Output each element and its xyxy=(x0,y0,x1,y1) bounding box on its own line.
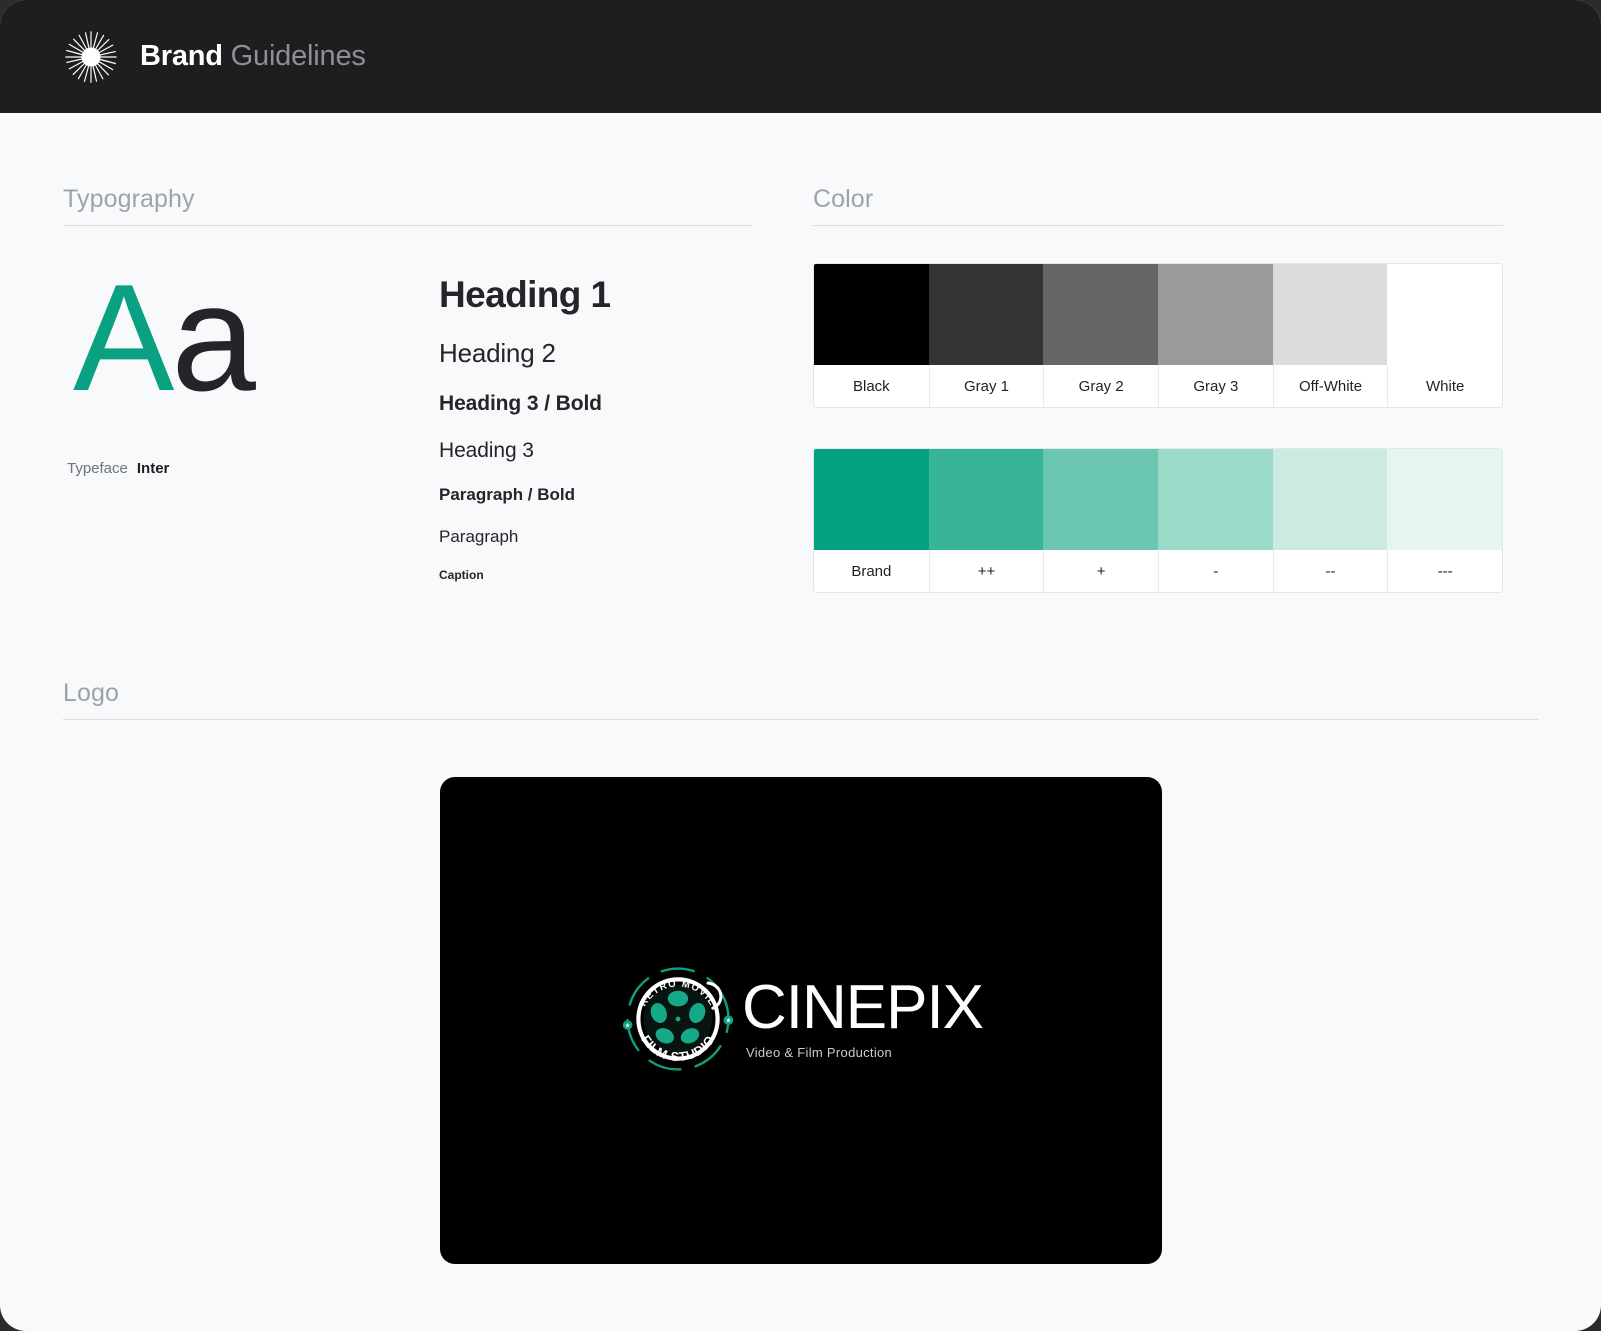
color-swatch[interactable]: -- xyxy=(1272,449,1388,592)
brand-guidelines-page: Brand Guidelines Typography Aa Typeface … xyxy=(0,0,1601,1331)
starburst-icon xyxy=(63,29,119,85)
logo-preview-card: ★ ★ RETRO MOVIE FILM STUDIO CINEPIX Vide… xyxy=(439,777,1162,1264)
color-chip xyxy=(1387,449,1502,550)
color-swatch[interactable]: Gray 3 xyxy=(1158,264,1273,407)
color-swatch-label: Black xyxy=(814,365,929,407)
logo-section: Logo ★ ★ RETRO MOVIE FILM STUDIO CINEPIX… xyxy=(0,593,1601,1264)
type-scale-paragraph: Paragraph xyxy=(439,527,519,546)
typography-body: Aa Typeface Inter Heading 1 Heading 2 He… xyxy=(63,226,753,582)
logo-wordmark: CINEPIX Video & Film Production xyxy=(741,973,984,1061)
svg-text:★: ★ xyxy=(725,1016,731,1024)
color-swatch[interactable]: - xyxy=(1158,449,1273,592)
color-swatch-label: - xyxy=(1158,550,1273,592)
color-chip xyxy=(1158,264,1273,365)
page-title: Brand Guidelines xyxy=(140,40,366,73)
typography-section-title: Typography xyxy=(63,185,195,213)
color-swatch[interactable]: --- xyxy=(1387,449,1502,592)
color-chip xyxy=(1158,449,1273,550)
type-scale-paragraph-bold: Paragraph / Bold xyxy=(439,485,576,504)
color-chip xyxy=(928,264,1044,365)
type-scale-list: Heading 1 Heading 2 Heading 3 / Bold Hea… xyxy=(439,262,611,582)
color-swatch-label: White xyxy=(1387,365,1502,407)
specimen-glyphs: Aa xyxy=(65,262,439,414)
type-scale-heading-3-bold: Heading 3 / Bold xyxy=(439,392,602,415)
typography-section: Typography Aa Typeface Inter Heading 1 H… xyxy=(63,185,753,582)
typeface-row: Typeface Inter xyxy=(65,460,439,477)
specimen-uppercase: A xyxy=(73,253,174,423)
color-chip xyxy=(814,449,929,550)
color-chip xyxy=(1043,449,1159,550)
color-swatch[interactable]: Black xyxy=(814,264,929,407)
logo-card-wrap: ★ ★ RETRO MOVIE FILM STUDIO CINEPIX Vide… xyxy=(63,720,1538,1264)
color-swatch-label: Off-White xyxy=(1272,365,1388,407)
type-scale-heading-1: Heading 1 xyxy=(439,274,611,315)
title-light: Guidelines xyxy=(230,40,366,72)
typeface-value: Inter xyxy=(136,460,170,477)
color-section-title: Color xyxy=(813,185,874,213)
logo-lockup: ★ ★ RETRO MOVIE FILM STUDIO CINEPIX Vide… xyxy=(618,959,984,1079)
color-swatch[interactable]: Gray 1 xyxy=(928,264,1044,407)
app-header: Brand Guidelines xyxy=(0,0,1601,113)
color-chip xyxy=(814,264,929,365)
color-swatch-label: -- xyxy=(1272,550,1388,592)
title-bold: Brand xyxy=(140,40,223,72)
color-chip xyxy=(1272,449,1388,550)
type-scale-heading-3: Heading 3 xyxy=(439,439,534,462)
color-swatch-label: Gray 3 xyxy=(1158,365,1273,407)
section-divider xyxy=(813,225,1503,226)
typeface-specimen: Aa Typeface Inter xyxy=(63,262,439,582)
color-swatch[interactable]: + xyxy=(1043,449,1159,592)
logo-tagline: Video & Film Production xyxy=(745,1045,893,1060)
color-swatch-label: + xyxy=(1043,550,1159,592)
main-columns: Typography Aa Typeface Inter Heading 1 H… xyxy=(0,113,1601,593)
logo-name: CINEPIX xyxy=(741,973,984,1042)
color-swatch[interactable]: Off-White xyxy=(1272,264,1388,407)
color-swatch[interactable]: Brand xyxy=(814,449,929,592)
color-chip xyxy=(1272,264,1388,365)
color-swatch-label: Brand xyxy=(814,550,929,592)
color-swatch[interactable]: Gray 2 xyxy=(1043,264,1159,407)
brand-palette: Brand ++ + - -- --- xyxy=(813,448,1503,593)
color-chip xyxy=(928,449,1044,550)
color-chip xyxy=(1387,264,1502,365)
color-swatch[interactable]: White xyxy=(1387,264,1502,407)
type-scale-caption: Caption xyxy=(439,568,484,582)
color-section: Color Black Gray 1 Gray 2 Gray 3 Off-White Wh… xyxy=(813,185,1503,593)
typeface-label: Typeface xyxy=(67,460,128,477)
color-swatch-label: ++ xyxy=(928,550,1044,592)
color-swatch-label: Gray 1 xyxy=(928,365,1044,407)
svg-text:★: ★ xyxy=(625,1021,631,1029)
neutral-palette: Black Gray 1 Gray 2 Gray 3 Off-White White xyxy=(813,263,1503,408)
film-reel-emblem-icon: ★ ★ RETRO MOVIE FILM STUDIO xyxy=(618,959,738,1079)
type-scale-heading-2: Heading 2 xyxy=(439,338,556,368)
color-swatch-label: Gray 2 xyxy=(1043,365,1159,407)
color-swatch[interactable]: ++ xyxy=(928,449,1044,592)
specimen-lowercase: a xyxy=(171,253,256,423)
logo-section-title: Logo xyxy=(63,679,120,707)
color-swatch-label: --- xyxy=(1387,550,1502,592)
color-chip xyxy=(1043,264,1159,365)
